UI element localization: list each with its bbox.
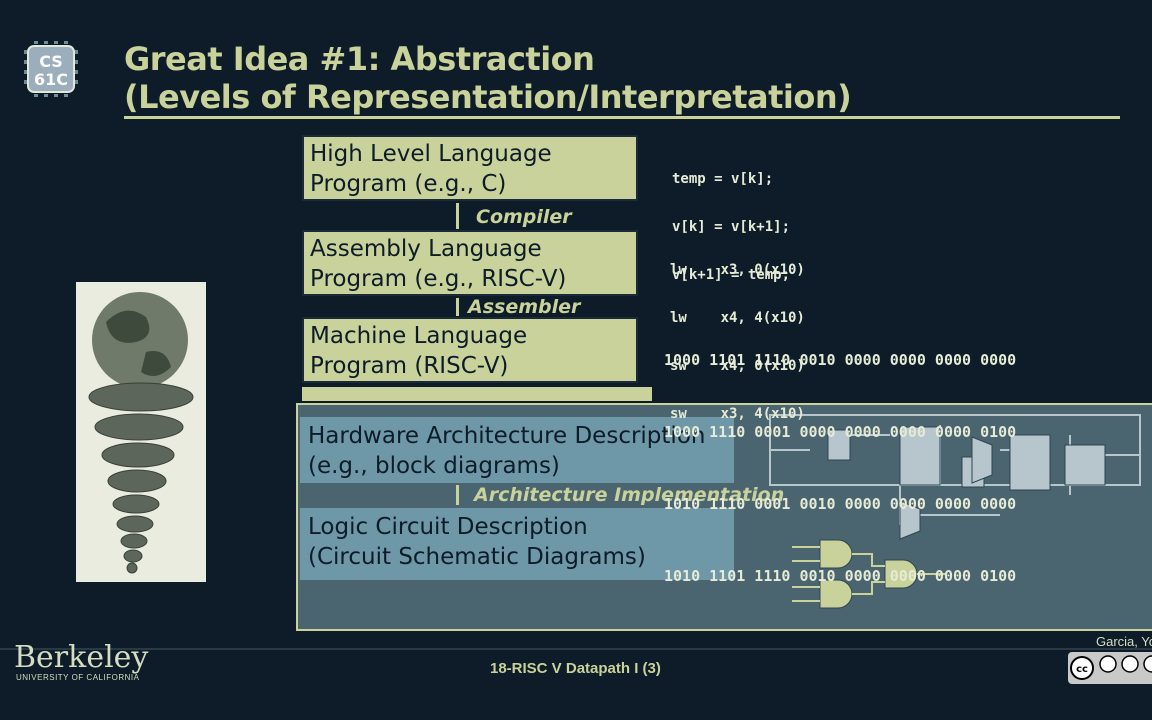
level-label-line2: Program (e.g., C): [310, 171, 507, 197]
level-label-line2: Program (e.g., RISC-V): [310, 266, 567, 292]
transition-label-compiler: Compiler: [476, 206, 572, 228]
binary-line: 1000 1110 0001 0000 0000 0000 0000 0100: [664, 423, 1017, 441]
machine-code-block: 1000 1101 1110 0010 0000 0000 0000 0000 …: [664, 300, 1016, 612]
binary-line: 1010 1110 0001 0010 0000 0000 0000 0000: [664, 495, 1017, 513]
logo-text-61c: 61C: [34, 70, 68, 89]
author-name: Garcia, Yo: [1096, 634, 1152, 649]
level-label-line1: Machine Language: [310, 323, 528, 349]
cs61c-chip-logo-icon: CS 61C: [24, 41, 78, 97]
title-underline: [124, 116, 1120, 119]
level-box-machine-language: Machine Language Program (RISC-V): [302, 317, 638, 383]
transition-arrow-compiler: [456, 203, 459, 229]
code-line: temp = v[k];: [672, 171, 774, 187]
binary-line: 1000 1101 1110 0010 0000 0000 0000 0000: [664, 351, 1017, 369]
transition-arrow-architecture: [456, 485, 459, 505]
level-label-line1: High Level Language: [310, 141, 552, 167]
logo-text-cs: CS: [39, 52, 63, 71]
svg-text:cc: cc: [1076, 664, 1088, 675]
level-label-line2: Program (RISC-V): [310, 353, 509, 379]
slide-title-line1: Great Idea #1: Abstraction: [124, 40, 595, 78]
lecture-footer: 18-RISC V Datapath I (3): [490, 660, 661, 677]
binary-line: 1010 1101 1110 0010 0000 0000 0000 0100: [664, 567, 1017, 585]
cc-license-icon: cc: [1068, 652, 1152, 684]
level-box-assembly-language: Assembly Language Program (e.g., RISC-V): [302, 230, 638, 296]
transition-label-assembler: Assembler: [468, 296, 581, 318]
level-box-high-level-language: High Level Language Program (e.g., C): [302, 135, 638, 201]
footer-divider: [0, 648, 1152, 650]
transition-arrow-assembler: [456, 298, 459, 316]
berkeley-subtitle: UNIVERSITY OF CALIFORNIA: [16, 673, 140, 682]
turtle-stack-image: [76, 282, 206, 582]
machine-language-bar: [302, 387, 652, 401]
code-line: lw x3, 0(x10): [670, 262, 805, 278]
slide-title-line2: (Levels of Representation/Interpretation…: [124, 78, 852, 116]
level-label-line1: Assembly Language: [310, 236, 542, 262]
berkeley-wordmark: Berkeley: [14, 640, 149, 675]
